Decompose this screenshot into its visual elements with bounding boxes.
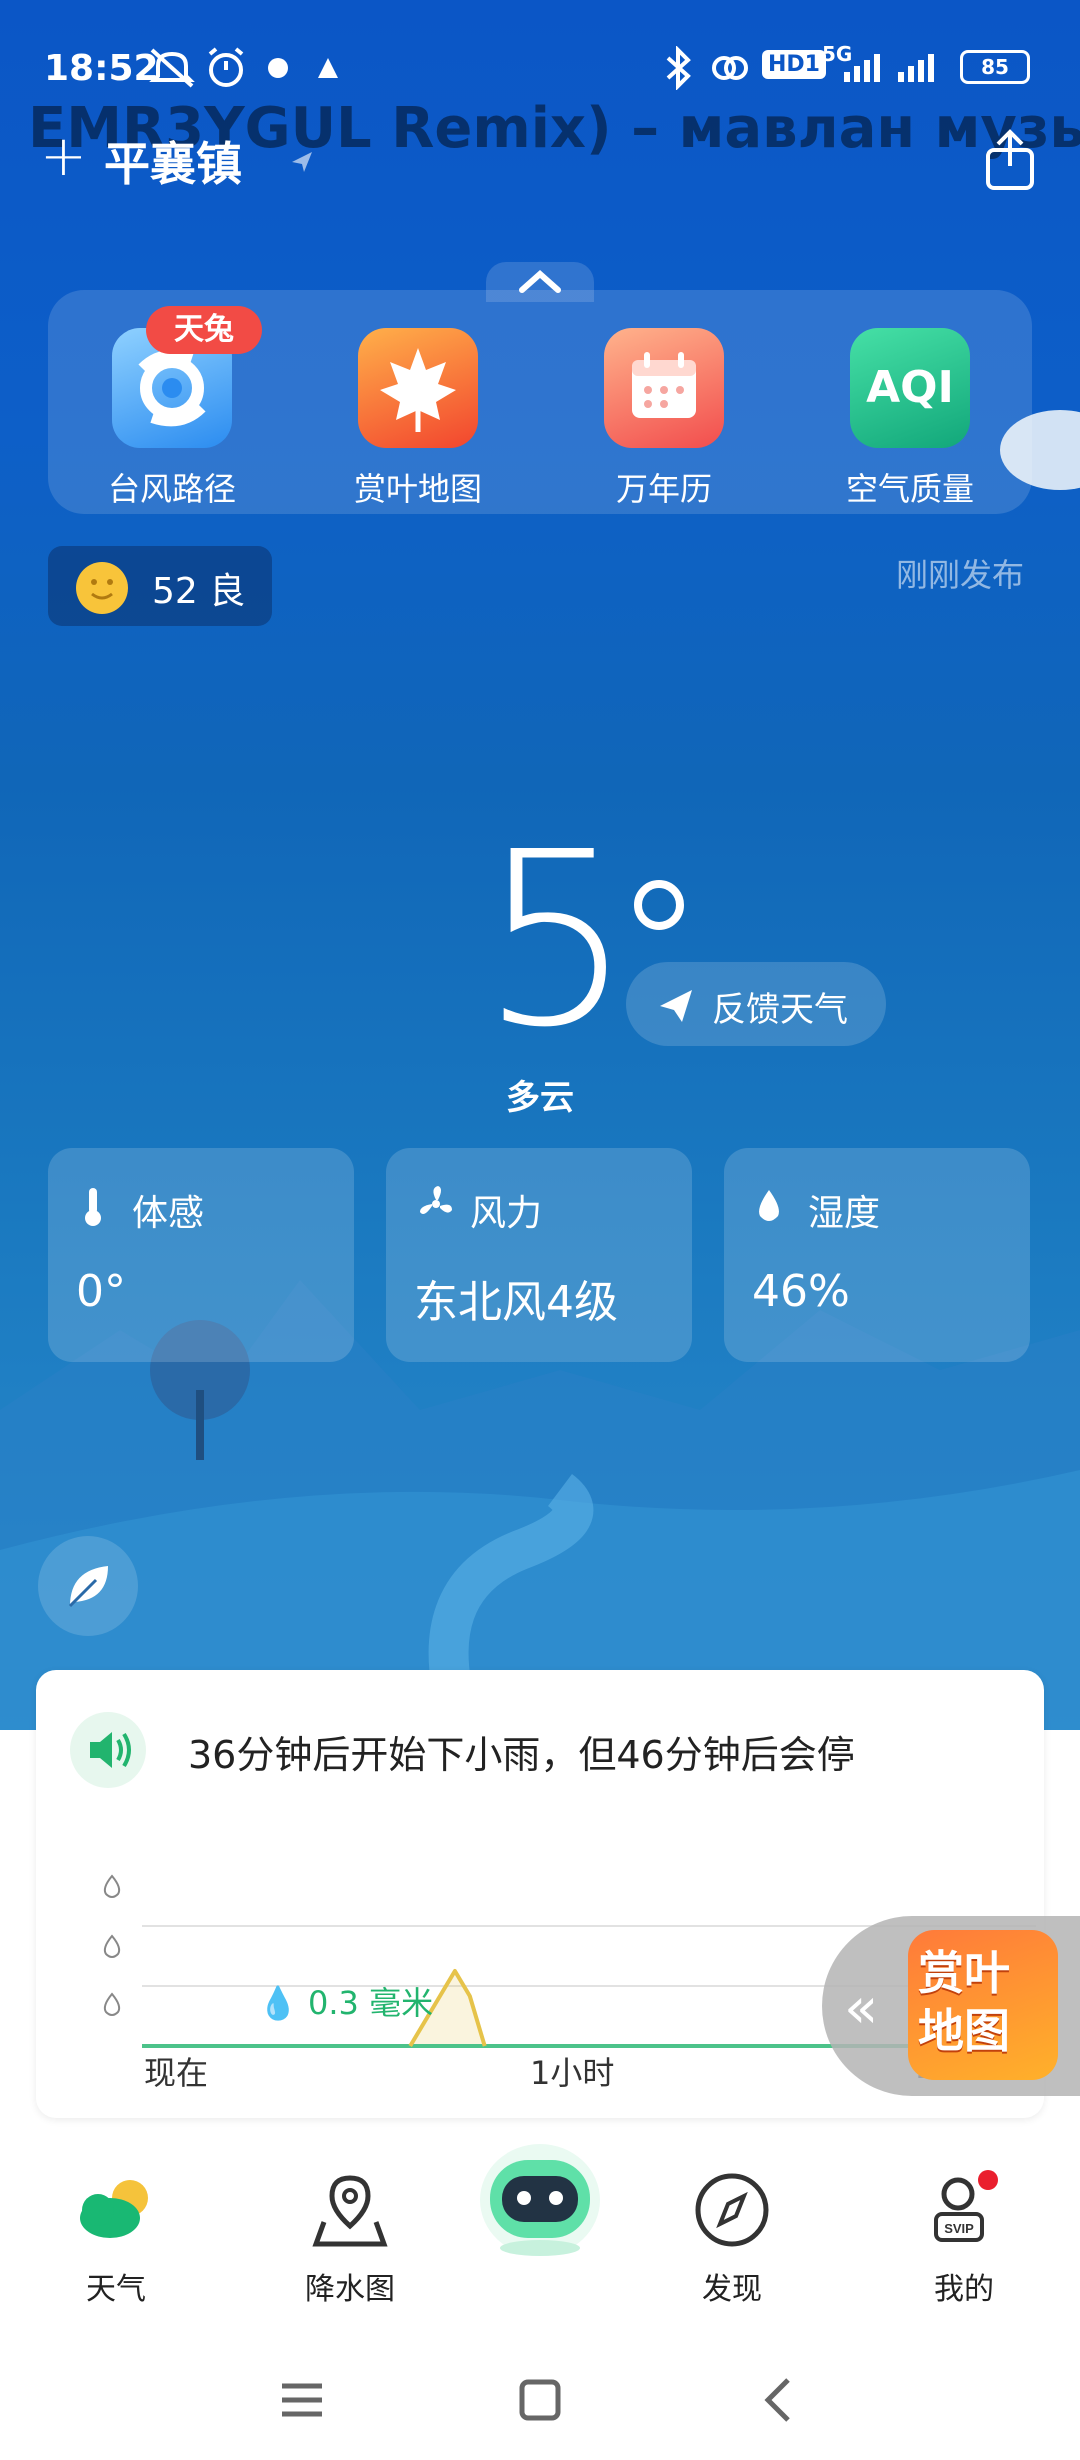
shortcut-label: 空气质量 [845, 470, 974, 508]
tab-discover[interactable]: 发现 [652, 2170, 812, 2308]
shortcut-label: 万年历 [615, 470, 712, 508]
aqi-icon-text: AQI [866, 362, 954, 413]
tab-assistant[interactable] [460, 2130, 620, 2274]
x-tick-label-1h: 1小时 [530, 2054, 615, 2092]
degree-symbol [634, 880, 684, 930]
landscape-illustration [0, 1280, 1080, 1730]
location-arrow-icon [290, 150, 314, 178]
shortcut-label: 赏叶地图 [353, 470, 482, 508]
signal-icon [840, 48, 950, 88]
location-title[interactable]: 平襄镇 [104, 128, 242, 194]
bluetooth-icon [662, 45, 694, 94]
x-tick-label-now: 现在 [144, 2054, 209, 2092]
app-notification-icon [264, 54, 292, 86]
shortcut-typhoon[interactable]: 台风路径 [72, 328, 272, 510]
promo-text: 赏叶 地图 [918, 1944, 1010, 2060]
add-city-button[interactable]: + [40, 124, 87, 189]
metric-wind[interactable]: 风力 东北风4级 [386, 1148, 692, 1362]
shortcut-calendar[interactable]: 万年历 [564, 328, 764, 510]
back-icon[interactable] [756, 2376, 804, 2424]
share-button[interactable] [984, 128, 1036, 196]
typhoon-badge: 天兔 [146, 306, 262, 354]
user-svip-icon: SVIP [934, 2170, 998, 2242]
feedback-button[interactable]: 反馈天气 [626, 962, 886, 1046]
floating-leaf-map-promo[interactable]: « 赏叶 地图 [822, 1916, 1080, 2096]
metric-humidity[interactable]: 湿度 46% [724, 1148, 1030, 1362]
aqi-icon: AQI [850, 328, 970, 448]
leaf-icon [68, 1566, 108, 1608]
aqi-value: 52 良 [152, 571, 246, 612]
weather-cloud-icon [80, 2180, 148, 2238]
tab-label: 降水图 [305, 2272, 395, 2307]
system-nav-bar [0, 2320, 1080, 2460]
metric-title: 体感 [132, 1193, 205, 1234]
weather-condition: 多云 [506, 1078, 574, 1118]
y-axis-droplet-icon [103, 1874, 121, 1898]
menu-icon[interactable] [278, 2376, 326, 2424]
metric-value: 东北风4级 [414, 1277, 618, 1328]
tab-label: 发现 [702, 2272, 762, 2307]
shortcut-aqi[interactable]: AQI 空气质量 [810, 328, 1010, 510]
mute-icon [148, 46, 196, 94]
calendar-icon [604, 328, 724, 448]
svip-text: SVIP [944, 2221, 974, 2236]
map-pin-icon [312, 2175, 388, 2247]
y-axis-droplet-icon [103, 1934, 121, 1958]
compass-icon [695, 2173, 769, 2247]
metric-feels-like[interactable]: 体感 0° [48, 1148, 354, 1362]
bottom-tab-bar: 天气 降水图 发现 SVIP 我的 [0, 2130, 1080, 2307]
tab-weather[interactable]: 天气 [36, 2170, 196, 2308]
droplet-small-icon: 💧 [258, 1984, 298, 2022]
battery-icon: 85 [960, 50, 1030, 84]
smiley-icon [76, 562, 128, 614]
current-temperature: 5 [480, 800, 633, 1080]
rain-amount-label: 💧 0.3 毫米 [258, 1978, 433, 2024]
metric-value: 0° [76, 1266, 126, 1317]
link-icon [708, 46, 752, 94]
droplet-icon [759, 1190, 779, 1221]
chevron-left-double-icon: « [844, 1976, 879, 2041]
top-bar: + 平襄镇 [0, 120, 1080, 200]
status-bar: 18:52 HD1 5G 85 [0, 40, 1080, 100]
y-axis-droplet-icon [103, 1992, 121, 2016]
robot-assistant-icon [480, 2144, 600, 2256]
aqi-pill[interactable]: 52 良 [48, 546, 272, 626]
promo-line-2: 地图 [918, 2004, 1010, 2058]
tab-mine[interactable]: SVIP 我的 [884, 2170, 1044, 2308]
metric-value: 46% [752, 1266, 850, 1317]
promo-line-1: 赏叶 [918, 1946, 1010, 2000]
leaf-map-badge: 赏叶 地图 [908, 1930, 1058, 2080]
published-time: 刚刚发布 [896, 556, 1025, 594]
shortcut-label: 台风路径 [107, 470, 236, 508]
tab-precip-map[interactable]: 降水图 [270, 2170, 430, 2308]
paper-plane-icon [660, 990, 692, 1022]
rain-amount-text: 0.3 毫米 [308, 1984, 434, 2022]
tab-label: 我的 [934, 2272, 994, 2307]
feedback-label: 反馈天气 [712, 990, 848, 1030]
status-time: 18:52 [44, 48, 159, 89]
app-notification-icon-2 [314, 54, 342, 86]
shortcut-leaf-map[interactable]: 赏叶地图 [318, 328, 518, 510]
alarm-icon [204, 46, 248, 94]
maple-leaf-icon [358, 328, 478, 448]
hd-icon: HD1 [762, 50, 826, 79]
thermometer-icon [85, 1188, 101, 1226]
fan-icon [420, 1186, 452, 1214]
home-icon[interactable] [516, 2376, 564, 2424]
share-icon [986, 129, 1034, 190]
leaf-button[interactable] [38, 1536, 138, 1636]
metric-title: 湿度 [808, 1193, 881, 1234]
tab-label: 天气 [86, 2272, 146, 2307]
metric-title: 风力 [470, 1193, 543, 1234]
